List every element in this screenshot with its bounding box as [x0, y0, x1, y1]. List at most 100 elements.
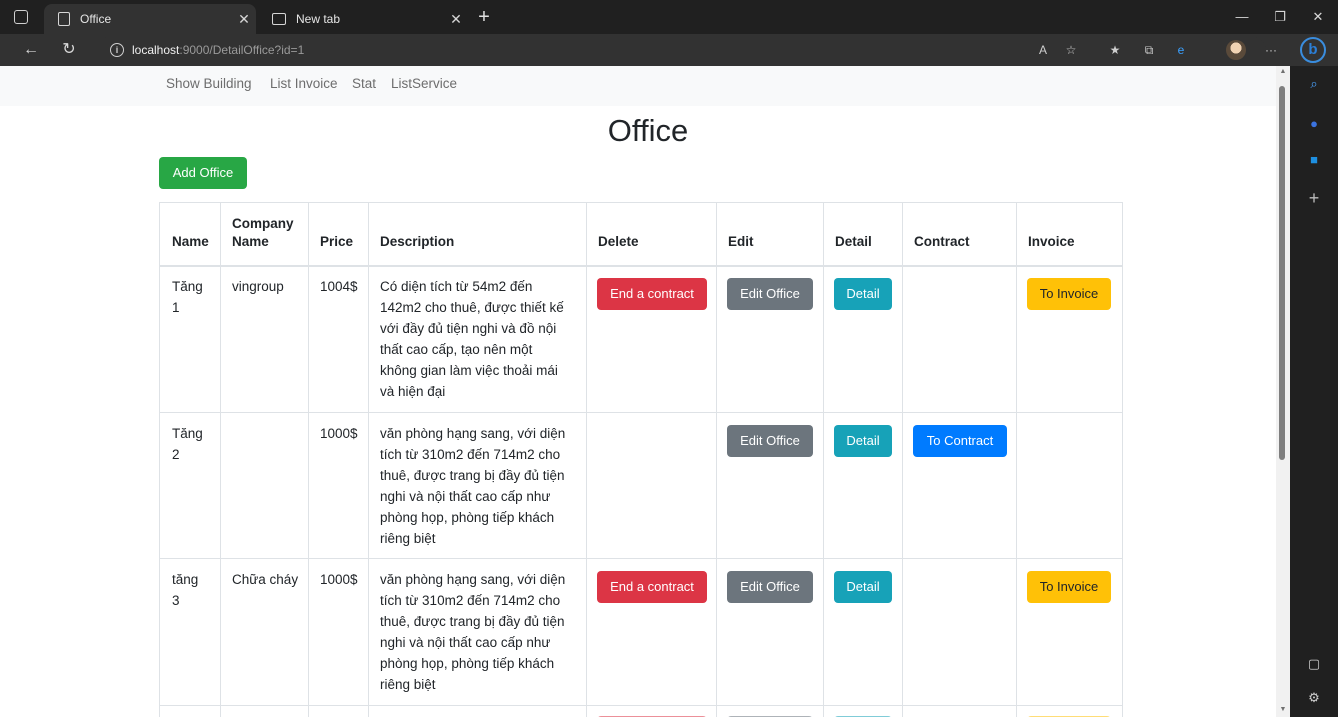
detail-button[interactable]: Detail [834, 425, 892, 457]
site-info-icon[interactable]: i [110, 43, 124, 57]
row-divider [159, 705, 1123, 706]
close-tab-icon[interactable]: ✕ [444, 11, 468, 28]
scroll-thumb[interactable] [1279, 86, 1285, 460]
sidebar-toggle-icon[interactable]: ▢ [1304, 654, 1324, 674]
column-divider [1122, 202, 1123, 717]
read-aloud-icon[interactable]: A [1034, 42, 1052, 58]
favorites-icon[interactable]: ★ [1106, 42, 1124, 58]
new-tab-page-icon [272, 13, 286, 25]
edit-office-button[interactable]: Edit Office [727, 278, 813, 310]
outlook-icon[interactable]: ■ [1304, 150, 1324, 170]
cell-description: thất cao cấp, tạo nên một [380, 342, 533, 357]
cell-name: 3 [172, 593, 180, 608]
cell-name: 1 [172, 300, 180, 315]
header-detail: Detail [835, 234, 872, 249]
edit-office-button[interactable]: Edit Office [727, 425, 813, 457]
tab-new-tab[interactable]: New tab ✕ [258, 4, 468, 34]
new-tab-button[interactable]: + [472, 6, 496, 30]
cell-description: phòng họp, phòng tiếp khách [380, 656, 555, 671]
end-contract-button[interactable]: End a contract [597, 278, 707, 310]
header-name: Name [172, 234, 209, 249]
cell-description: tích từ 310m2 đến 714m2 cho [380, 447, 561, 462]
profile-avatar[interactable] [1226, 40, 1246, 60]
cell-price: 1000$ [320, 572, 358, 587]
more-menu-icon[interactable]: ··· [1262, 42, 1280, 58]
url-host: localhost [132, 43, 180, 57]
cell-description: với đầy đủ tiện nghi và đồ nội [380, 321, 557, 336]
cell-description: nghi và nội thất cao cấp như [380, 635, 551, 650]
ie-mode-icon[interactable]: e [1172, 42, 1190, 58]
close-window-button[interactable]: ✕ [1304, 7, 1332, 27]
page-scrollbar[interactable]: ▲ ▼ [1276, 66, 1290, 717]
to-invoice-button[interactable]: To Invoice [1027, 278, 1111, 310]
cell-description: riêng biệt [380, 677, 436, 692]
to-contract-button[interactable]: To Contract [913, 425, 1007, 457]
column-divider [1016, 202, 1017, 717]
cell-description: riêng biệt [380, 531, 436, 546]
to-invoice-button[interactable]: To Invoice [1027, 571, 1111, 603]
tab-title: New tab [296, 12, 341, 26]
cell-price: 1000$ [320, 426, 358, 441]
column-divider [368, 202, 369, 717]
cell-company: Chữa cháy [232, 572, 299, 587]
minimize-button[interactable]: — [1228, 7, 1256, 27]
nav-list-invoice[interactable]: List Invoice [270, 76, 338, 91]
row-divider [159, 412, 1123, 413]
cell-name: tăng [172, 572, 199, 587]
cell-description: không gian làm việc thoải mái [380, 363, 558, 378]
header-delete: Delete [598, 234, 639, 249]
column-divider [902, 202, 903, 717]
page-viewport: Show Building List Invoice Stat ListServ… [0, 66, 1276, 717]
column-divider [716, 202, 717, 717]
end-contract-button[interactable]: End a contract [597, 571, 707, 603]
bing-copilot-button[interactable]: b [1300, 37, 1326, 63]
restore-button[interactable]: ❐ [1266, 7, 1294, 27]
nav-list-service[interactable]: ListService [391, 76, 457, 91]
header-invoice: Invoice [1028, 234, 1075, 249]
cell-description: thuê, được trang bị đầy đủ tiện [380, 468, 565, 483]
cell-description: nghi và nội thất cao cấp như [380, 489, 551, 504]
table-header-border [159, 265, 1123, 267]
search-icon[interactable]: ⌕ [1304, 74, 1324, 94]
cell-price: 1004$ [320, 279, 358, 294]
page-icon [58, 12, 70, 26]
header-description: Description [380, 234, 455, 249]
add-office-button[interactable]: Add Office [159, 157, 247, 189]
scroll-up-icon[interactable]: ▲ [1279, 68, 1287, 75]
column-divider [586, 202, 587, 717]
table-border [159, 202, 1123, 203]
collections-icon[interactable]: ⧉ [1140, 42, 1158, 58]
header-company-line1: Company [232, 216, 294, 231]
add-favorite-icon[interactable]: ☆ [1062, 42, 1080, 58]
cell-description: 142m2 cho thuê, được thiết kế [380, 300, 564, 315]
add-sidebar-app-icon[interactable]: + [1304, 188, 1324, 208]
tab-actions-icon[interactable] [14, 10, 28, 24]
close-tab-icon[interactable]: ✕ [232, 11, 256, 28]
tab-office[interactable]: Office ✕ [44, 4, 256, 34]
column-divider [823, 202, 824, 717]
url-field[interactable]: i localhost :9000/DetailOffice?id=1 [96, 37, 1266, 63]
cell-description: thuê, được trang bị đầy đủ tiện [380, 614, 565, 629]
cell-description: phòng họp, phòng tiếp khách [380, 510, 555, 525]
back-arrow-icon[interactable]: ← [20, 39, 42, 61]
nav-stat[interactable]: Stat [352, 76, 376, 91]
column-divider [220, 202, 221, 717]
copilot-icon[interactable]: ● [1304, 114, 1324, 134]
header-company-line2: Name [232, 234, 269, 249]
header-contract: Contract [914, 234, 970, 249]
cell-description: văn phòng hạng sang, với diện [380, 572, 566, 587]
edit-office-button[interactable]: Edit Office [727, 571, 813, 603]
settings-gear-icon[interactable]: ⚙ [1304, 688, 1324, 708]
cell-description: Có diện tích từ 54m2 đến [380, 279, 533, 294]
detail-button[interactable]: Detail [834, 571, 892, 603]
detail-button[interactable]: Detail [834, 278, 892, 310]
cell-name: Tăng [172, 279, 203, 294]
scroll-down-icon[interactable]: ▼ [1279, 706, 1287, 713]
cell-description: văn phòng hạng sang, với diện [380, 426, 566, 441]
cell-name: Tăng [172, 426, 203, 441]
nav-show-building[interactable]: Show Building [166, 76, 252, 91]
address-bar: ← ↻ i localhost :9000/DetailOffice?id=1 … [0, 34, 1338, 66]
header-price: Price [320, 234, 354, 249]
column-divider [308, 202, 309, 717]
refresh-icon[interactable]: ↻ [58, 39, 80, 61]
